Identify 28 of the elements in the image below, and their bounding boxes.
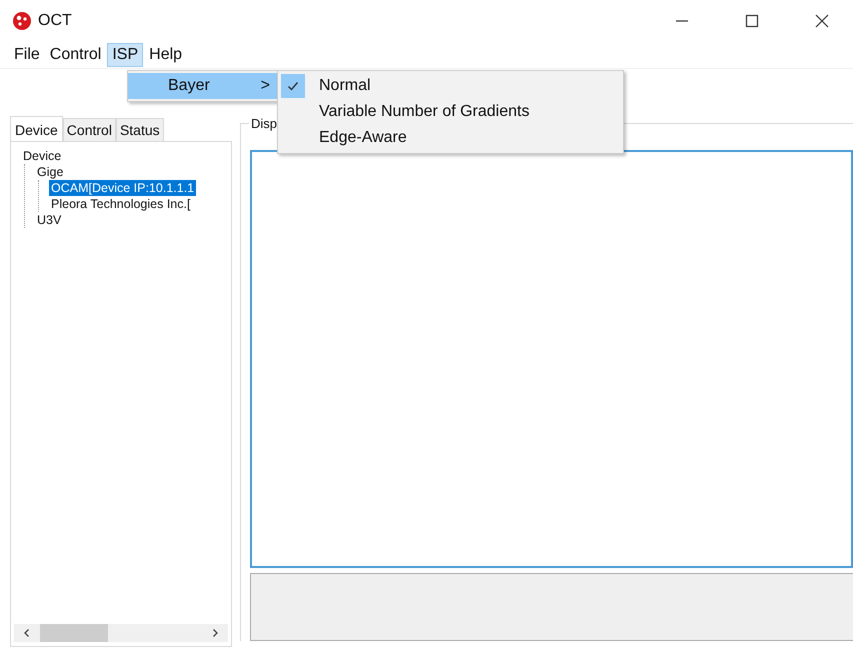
app-logo-icon: [12, 11, 32, 31]
menu-label: Edge-Aware: [319, 129, 407, 147]
close-icon[interactable]: [815, 14, 829, 28]
horizontal-scrollbar[interactable]: [14, 624, 228, 642]
tab[interactable]: Control: [62, 118, 116, 141]
scroll-left-icon[interactable]: [22, 628, 32, 638]
menu-item[interactable]: ISP: [107, 43, 144, 67]
menu-item[interactable]: Normal: [278, 73, 623, 99]
menu-item[interactable]: Help: [145, 44, 186, 66]
group-title: Disp: [249, 116, 280, 131]
menu-label: Normal: [319, 77, 371, 95]
tab[interactable]: Device: [10, 116, 63, 141]
scroll-right-icon[interactable]: [210, 628, 220, 638]
menu-item[interactable]: Edge-Aware: [278, 125, 623, 151]
tree-item[interactable]: Pleora Technologies Inc.[: [49, 196, 192, 212]
menu-item[interactable]: Bayer >: [128, 73, 278, 99]
maximize-icon[interactable]: [745, 14, 759, 28]
check-icon: [287, 80, 299, 92]
tree-item[interactable]: OCAM[Device IP:10.1.1.1: [49, 180, 196, 196]
tree-item[interactable]: Gige: [35, 164, 66, 180]
menu-label: Variable Number of Gradients: [319, 103, 530, 121]
tree-item[interactable]: Device: [21, 148, 64, 164]
menu-item[interactable]: File: [10, 44, 44, 66]
window-title: OCT: [38, 12, 72, 30]
tree-item[interactable]: U3V: [35, 212, 64, 228]
menu-item[interactable]: Variable Number of Gradients: [278, 99, 623, 125]
tab[interactable]: Status: [116, 118, 164, 141]
menu-item[interactable]: Control: [46, 44, 106, 66]
